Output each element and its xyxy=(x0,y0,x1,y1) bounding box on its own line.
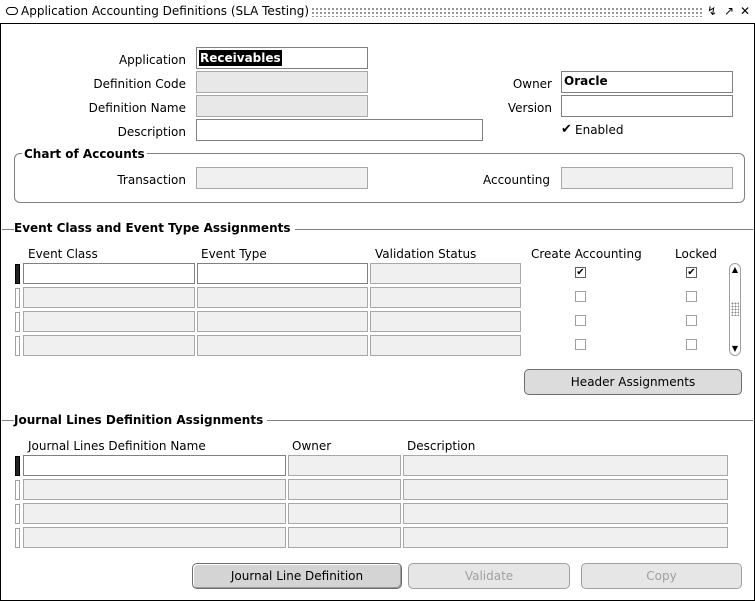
row-indicator[interactable] xyxy=(15,528,20,548)
row-indicator[interactable] xyxy=(15,312,20,332)
col-create-accounting: Create Accounting xyxy=(531,247,642,261)
col-jld-owner: Owner xyxy=(292,439,332,453)
header-assignments-button[interactable]: Header Assignments xyxy=(524,369,742,395)
jld-name-cell[interactable] xyxy=(23,503,286,524)
definition-code-field[interactable] xyxy=(196,71,368,93)
maximize-icon[interactable]: ↗ xyxy=(722,4,736,18)
jld-name-cell[interactable] xyxy=(23,455,286,476)
locked-checkbox[interactable]: ✔ xyxy=(686,267,697,278)
jld-description-cell xyxy=(403,479,728,500)
row-indicator[interactable] xyxy=(15,504,20,524)
validation-status-cell xyxy=(370,287,521,308)
version-label: Version xyxy=(507,101,552,115)
event-type-cell[interactable] xyxy=(197,263,368,284)
chart-of-accounts-title: Chart of Accounts xyxy=(22,147,147,161)
event-type-cell[interactable] xyxy=(197,311,368,332)
jld-name-cell[interactable] xyxy=(23,479,286,500)
event-class-cell[interactable] xyxy=(23,335,195,356)
description-label: Description xyxy=(117,125,186,139)
locked-checkbox[interactable] xyxy=(686,315,697,326)
col-event-class: Event Class xyxy=(28,247,98,261)
row-indicator[interactable] xyxy=(15,480,20,500)
definition-name-label: Definition Name xyxy=(88,101,186,115)
create-accounting-checkbox[interactable]: ✔ xyxy=(575,267,586,278)
col-locked: Locked xyxy=(675,247,717,261)
journal-section-title: Journal Lines Definition Assignments xyxy=(14,413,268,427)
enabled-label: Enabled xyxy=(575,123,624,137)
col-jld-description: Description xyxy=(407,439,476,453)
transaction-label: Transaction xyxy=(117,173,186,187)
locked-checkbox[interactable] xyxy=(686,291,697,302)
event-class-cell[interactable] xyxy=(23,287,195,308)
scroll-down-icon[interactable]: ▼ xyxy=(730,344,740,354)
create-accounting-checkbox[interactable] xyxy=(575,291,586,302)
event-scrollbar[interactable]: ▲ ▼ xyxy=(729,263,741,356)
event-class-cell[interactable] xyxy=(23,311,195,332)
owner-field[interactable]: Oracle xyxy=(561,71,733,93)
close-icon[interactable]: ✕ xyxy=(738,4,752,18)
col-validation-status: Validation Status xyxy=(375,247,477,261)
create-accounting-checkbox[interactable] xyxy=(575,315,586,326)
window-menu-icon[interactable] xyxy=(6,7,18,15)
jld-description-cell xyxy=(403,503,728,524)
validate-button[interactable]: Validate xyxy=(408,563,570,589)
jld-description-cell xyxy=(403,455,728,476)
jld-owner-cell xyxy=(288,527,401,548)
create-accounting-checkbox[interactable] xyxy=(575,339,586,350)
event-class-cell[interactable] xyxy=(23,263,195,284)
definition-name-field[interactable] xyxy=(196,95,368,117)
minimize-icon[interactable]: ↯ xyxy=(705,4,719,18)
description-field[interactable] xyxy=(196,119,483,141)
row-indicator[interactable] xyxy=(15,264,20,284)
row-indicator[interactable] xyxy=(15,288,20,308)
jld-owner-cell xyxy=(288,479,401,500)
enabled-checkbox[interactable]: ✔ xyxy=(561,123,574,136)
owner-value: Oracle xyxy=(564,74,608,88)
jld-name-cell[interactable] xyxy=(23,527,286,548)
version-field[interactable] xyxy=(561,95,733,117)
scroll-up-icon[interactable]: ▲ xyxy=(730,265,740,275)
jld-owner-cell xyxy=(288,455,401,476)
col-jld-name: Journal Lines Definition Name xyxy=(28,439,206,453)
title-bar-pattern xyxy=(291,7,702,17)
row-indicator[interactable] xyxy=(15,456,20,476)
title-bar[interactable]: Application Accounting Definitions (SLA … xyxy=(0,0,755,24)
scroll-grip-icon[interactable] xyxy=(731,302,739,316)
application-field[interactable]: Receivables xyxy=(196,47,368,69)
jld-owner-cell xyxy=(288,503,401,524)
window-title: Application Accounting Definitions (SLA … xyxy=(21,4,313,18)
event-type-cell[interactable] xyxy=(197,335,368,356)
event-section-title: Event Class and Event Type Assignments xyxy=(14,221,295,235)
accounting-label: Accounting xyxy=(482,173,550,187)
copy-button[interactable]: Copy xyxy=(581,563,742,589)
validation-status-cell xyxy=(370,311,521,332)
event-type-cell[interactable] xyxy=(197,287,368,308)
application-value: Receivables xyxy=(199,50,282,66)
locked-checkbox[interactable] xyxy=(686,339,697,350)
row-indicator[interactable] xyxy=(15,336,20,356)
jld-description-cell xyxy=(403,527,728,548)
accounting-field[interactable] xyxy=(561,167,733,189)
definition-code-label: Definition Code xyxy=(93,77,186,91)
validation-status-cell xyxy=(370,335,521,356)
application-label: Application xyxy=(118,53,186,67)
validation-status-cell xyxy=(370,263,521,284)
col-event-type: Event Type xyxy=(201,247,267,261)
owner-label: Owner xyxy=(512,77,552,91)
transaction-field[interactable] xyxy=(196,167,368,189)
journal-line-definition-button[interactable]: Journal Line Definition xyxy=(192,563,402,589)
